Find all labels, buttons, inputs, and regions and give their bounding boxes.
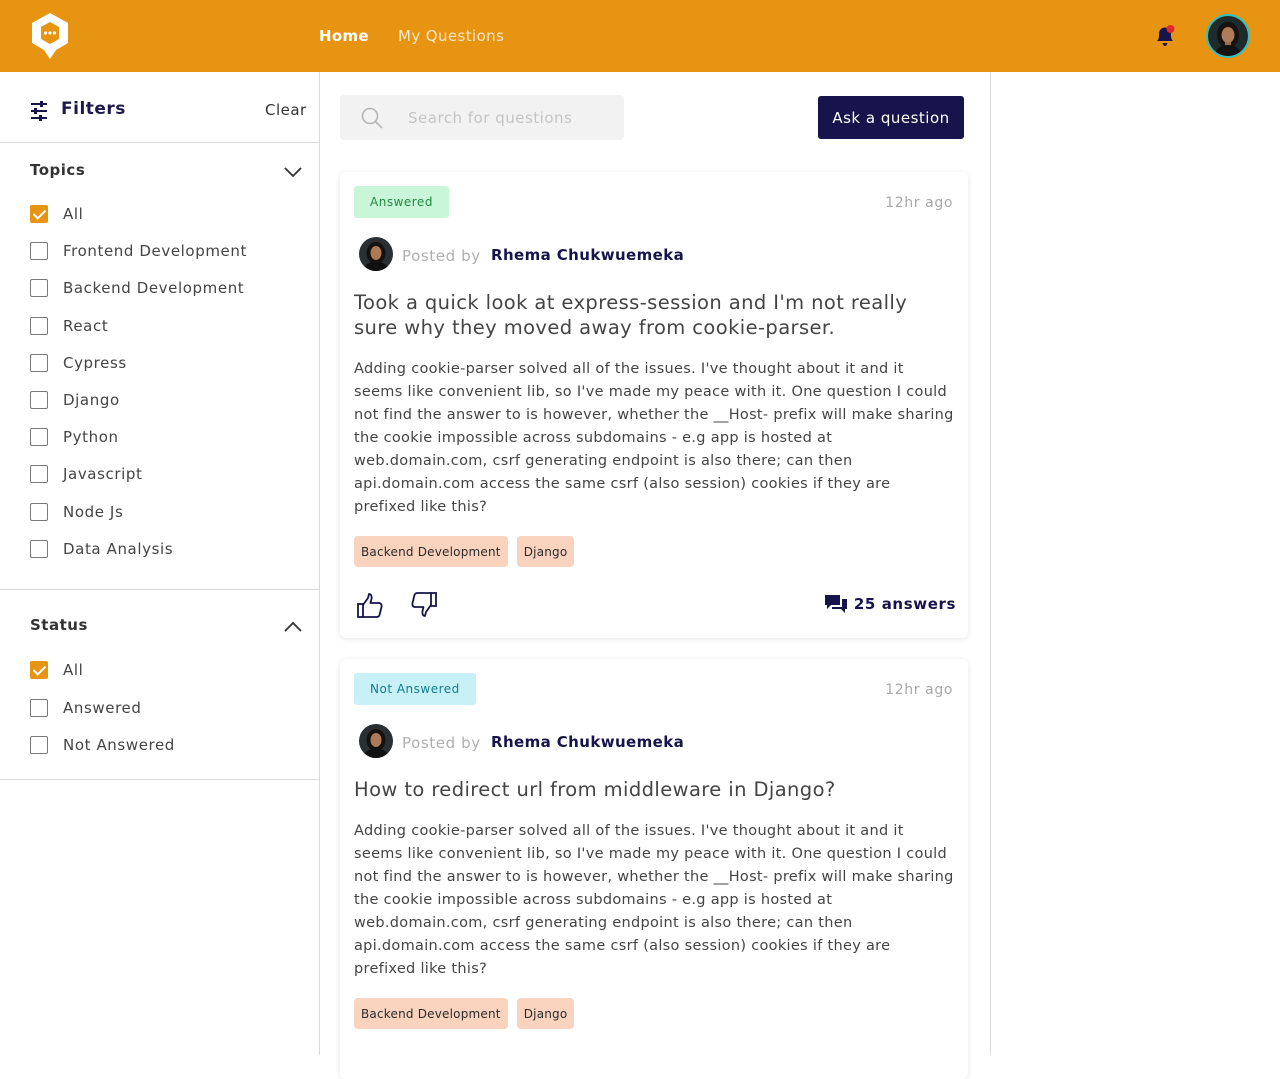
checkbox[interactable] [30,316,48,335]
status-option-label: Not Answered [63,736,175,754]
topics-section: Topics All Frontend Development Backend De… [0,143,319,590]
chevron-down-icon[interactable] [284,163,302,178]
search-input[interactable] [408,107,608,129]
ask-question-button[interactable]: Ask a question [818,96,964,139]
topic-option-label: Node Js [63,502,124,521]
search-icon [361,107,383,129]
question-body: Adding cookie-parser solved all of the i… [354,361,954,515]
top-header: Home My Questions [0,0,1280,72]
main-right-divider [990,72,991,1055]
status-option-label: All [63,661,84,679]
answers-count: 25 answers [853,595,956,613]
sliders-icon [30,101,48,121]
search-bar [340,95,624,140]
notification-bell-icon[interactable] [1154,24,1176,48]
checkbox[interactable] [30,502,48,521]
comments-icon [824,593,848,615]
chevron-up-icon[interactable] [284,618,302,632]
answers-link[interactable]: 25 answers [824,593,956,615]
tag[interactable]: Django [516,536,575,567]
author-avatar[interactable] [359,724,393,758]
status-option-label: Answered [63,698,142,717]
posted-by-label: Posted by [402,247,481,265]
tag[interactable]: Backend Development [354,536,508,567]
topic-option-label: Javascript [63,465,143,484]
checkbox[interactable] [30,539,48,558]
logo-icon[interactable] [30,12,70,60]
tag[interactable]: Backend Development [354,998,508,1029]
filters-header: Filters Clear [0,72,319,143]
topic-option-label: All [63,205,84,223]
tag-list: Backend Development Django [354,536,575,567]
checkbox[interactable] [30,279,48,298]
checkbox-checked[interactable] [30,661,48,679]
checkbox[interactable] [30,428,48,447]
checkbox-checked[interactable] [30,205,48,223]
topic-option-label: Data Analysis [63,539,174,558]
user-avatar[interactable] [1206,14,1250,58]
question-title[interactable]: How to redirect url from middleware in D… [354,777,954,802]
topics-title: Topics [30,161,86,179]
topic-option-label: Python [63,428,119,447]
status-badge: Not Answered [354,673,476,705]
question-body: Adding cookie-parser solved all of the i… [354,823,954,977]
nav-my-questions-link[interactable]: My Questions [398,27,504,45]
author-avatar[interactable] [359,237,393,271]
posted-by-label: Posted by [402,734,481,752]
checkbox[interactable] [30,698,48,717]
author-name[interactable]: Rhema Chukwuemeka [491,733,684,751]
question-title[interactable]: Took a quick look at express-session and… [354,290,954,340]
status-section: Status All Answered Not Answered [0,590,319,780]
status-title: Status [30,616,88,634]
status-badge: Answered [354,186,449,218]
checkbox[interactable] [30,465,48,484]
post-time: 12hr ago [885,195,953,211]
filters-title: Filters [61,99,126,119]
tag-list: Backend Development Django [354,998,575,1029]
author-name[interactable]: Rhema Chukwuemeka [491,246,684,264]
checkbox[interactable] [30,353,48,372]
topic-option-label: Backend Development [63,279,245,298]
question-card[interactable]: Not Answered 12hr ago Posted by Rhema Ch… [340,659,968,1079]
nav-home-link[interactable]: Home [319,27,369,45]
clear-filters-button[interactable]: Clear [265,101,307,119]
checkbox[interactable] [30,736,48,754]
question-card[interactable]: Answered 12hr ago Posted by Rhema Chukwu… [340,172,968,638]
checkbox[interactable] [30,391,48,409]
filters-sidebar: Filters Clear Topics All Frontend Develop… [0,72,320,1055]
topic-option-label: Frontend Development [63,242,247,261]
topic-option-label: Cypress [63,353,127,372]
tag[interactable]: Django [516,998,575,1029]
thumbs-down-icon[interactable] [410,590,438,618]
topic-option-label: Django [63,391,120,409]
thumbs-up-icon[interactable] [356,592,384,620]
topic-option-label: React [63,316,109,335]
checkbox[interactable] [30,242,48,261]
post-time: 12hr ago [885,682,953,698]
